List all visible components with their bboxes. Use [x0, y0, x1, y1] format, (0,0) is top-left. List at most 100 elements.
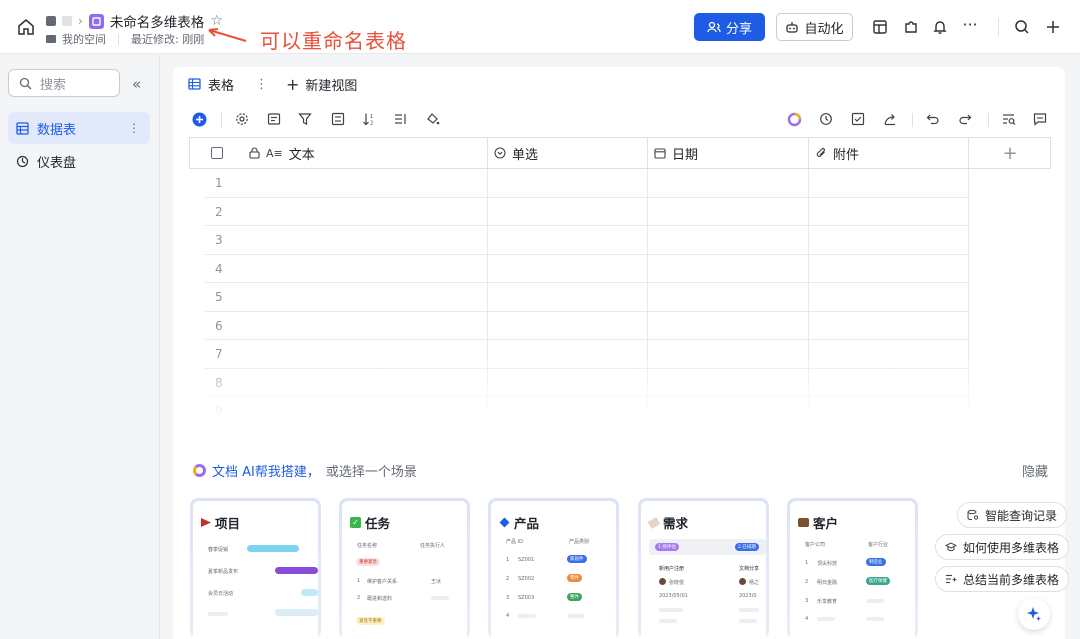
space-name[interactable]: 我的空间 — [62, 31, 106, 47]
automation-button[interactable]: 自动化 — [776, 13, 853, 41]
column-label: 单选 — [512, 147, 539, 163]
field-config-icon[interactable] — [265, 110, 283, 128]
card-title-label: 客户 — [813, 516, 839, 531]
share-button[interactable]: 分享 — [694, 13, 765, 41]
tag-chip: 紧急不重要 — [356, 617, 385, 625]
ai-build-prompt: 文档 AI帮我搭建， 或选择一个场景 — [193, 461, 417, 480]
how-to-use-button[interactable]: 如何使用多维表格 — [935, 534, 1070, 560]
find-icon[interactable] — [1000, 110, 1018, 128]
briefcase-icon — [798, 518, 809, 527]
card-title-label: 项目 — [215, 516, 241, 531]
mini-placeholder — [659, 608, 683, 612]
mini-row-label: SZ001 — [518, 557, 535, 563]
toolbar-divider — [988, 113, 989, 127]
add-icon[interactable] — [1043, 17, 1063, 37]
more-icon[interactable]: ··· — [960, 14, 980, 34]
add-record-icon[interactable] — [190, 110, 208, 128]
new-view-button[interactable]: + 新建视图 — [286, 75, 357, 94]
select-all-checkbox[interactable] — [211, 147, 223, 159]
column-header-attachment[interactable]: 附件 — [809, 138, 969, 168]
mini-row-label: SZ003 — [518, 595, 535, 601]
share-arrow-icon[interactable] — [881, 110, 899, 128]
more-vertical-icon[interactable]: ⋮ — [255, 77, 268, 92]
history-icon[interactable] — [817, 110, 835, 128]
checklist-icon[interactable] — [849, 110, 867, 128]
mini-header: 产品 ID — [506, 539, 523, 545]
settings-icon[interactable] — [233, 110, 251, 128]
table-row[interactable]: 4 — [205, 255, 968, 283]
more-vertical-icon[interactable]: ⋮ — [128, 121, 140, 135]
diamond-icon — [499, 517, 510, 528]
bell-icon[interactable] — [930, 17, 950, 37]
smart-query-button[interactable]: 智能查询记录 — [957, 502, 1068, 528]
home-icon[interactable] — [17, 18, 35, 36]
date-icon — [654, 148, 666, 159]
table-row[interactable]: 3 — [205, 226, 968, 255]
comment-icon[interactable] — [1031, 110, 1049, 128]
doc-meta: 我的空间 最近修改: 刚刚 — [46, 31, 204, 47]
gantt-bar — [247, 545, 299, 552]
sort-icon[interactable]: 12 — [360, 110, 378, 128]
gantt-bar — [275, 609, 318, 616]
column-header-single-select[interactable]: 单选 — [488, 138, 648, 168]
plugin-icon[interactable] — [901, 17, 921, 37]
paint-bucket-icon[interactable] — [424, 110, 442, 128]
card-title-label: 产品 — [514, 516, 540, 531]
filter-icon[interactable] — [296, 110, 314, 128]
mini-placeholder — [866, 599, 884, 603]
hide-button[interactable]: 隐藏 — [1022, 461, 1048, 480]
svg-text:1: 1 — [370, 114, 373, 120]
industry-chip: 医疗保健 — [866, 577, 890, 585]
column-header-text[interactable]: A≡ 文本 — [190, 138, 488, 168]
scenario-card-customer[interactable]: 客户 客户公司 客户行业 1 顶尖科技 制造业 2 明日金融 医疗保健 3 乐享… — [787, 498, 918, 639]
ai-assistant-icon[interactable] — [785, 110, 803, 128]
bitable-icon — [88, 13, 104, 29]
row-height-icon[interactable] — [392, 110, 410, 128]
kanban-person: 张晓悦 — [669, 580, 685, 586]
space-icon[interactable] — [46, 16, 56, 26]
tab-grid-view[interactable]: 表格 ⋮ — [173, 67, 268, 101]
row-number: 4 — [215, 261, 223, 276]
grid-view-icon — [188, 78, 201, 90]
tag-chip: 重要紧急 — [356, 558, 380, 566]
breadcrumb: › 未命名多维表格 ☆ — [46, 11, 223, 31]
mini-placeholder — [431, 596, 449, 600]
attachment-icon — [816, 148, 825, 157]
scenario-card-task[interactable]: ✓ 任务 任务名称 任务执行人 重要紧急 1 维护客户关系 王冰 2 跟进和送料… — [339, 498, 470, 639]
mini-row-num: 4 — [805, 616, 809, 622]
table-row[interactable]: 1 — [205, 169, 968, 198]
ai-build-link[interactable]: 文档 AI帮我搭建， — [212, 461, 320, 480]
mini-row-num: 3 — [805, 598, 809, 604]
mini-row-label: 跟进和送料 — [367, 596, 393, 602]
sidebar-item-datatable[interactable]: 数据表 ⋮ — [8, 112, 150, 144]
kanban-person: 杨之 — [749, 580, 760, 586]
kanban-card-title: 文档分享 — [739, 566, 760, 572]
kanban-date: 2023/0 — [739, 593, 757, 599]
summarize-button[interactable]: 总结当前多维表格 — [935, 566, 1070, 592]
search-icon[interactable] — [1012, 17, 1032, 37]
table-row[interactable]: 2 — [205, 198, 968, 226]
mini-placeholder — [817, 617, 835, 621]
group-icon[interactable] — [329, 110, 347, 128]
mini-placeholder — [208, 612, 228, 616]
add-column-button[interactable]: + — [969, 138, 1051, 168]
collapse-sidebar-icon[interactable]: « — [132, 75, 141, 93]
card-title: 产品 — [499, 513, 539, 532]
ai-sparkle-button[interactable] — [1018, 598, 1050, 630]
table-row[interactable]: 6 — [205, 312, 968, 340]
scenario-card-project[interactable]: 项目 春季促销 夏季新品发布 会员日活动 — [190, 498, 321, 639]
scenario-card-requirement[interactable]: 需求 1.待评估 2.已排期 新用户注册 文档分享 张晓悦 杨之 2023/05… — [638, 498, 769, 639]
template-icon[interactable] — [870, 17, 890, 37]
undo-icon[interactable] — [924, 110, 942, 128]
mini-row-num: 3 — [506, 595, 510, 601]
scenario-card-product[interactable]: 产品 产品 ID 产品类别 1 SZ001 家居件 2 SZ002 零件 3 S… — [488, 498, 619, 639]
table-row[interactable]: 5 — [205, 283, 968, 312]
column-header-date[interactable]: 日期 — [648, 138, 809, 168]
sidebar-item-dashboard[interactable]: 仪表盘 — [8, 145, 150, 177]
redo-icon[interactable] — [956, 110, 974, 128]
sidebar-search-input[interactable]: 搜索 — [8, 69, 120, 97]
search-icon — [19, 77, 32, 89]
stage-chip: 1.待评估 — [655, 543, 679, 551]
card-title: 项目 — [201, 513, 240, 532]
doc-title[interactable]: 未命名多维表格 — [110, 11, 205, 31]
